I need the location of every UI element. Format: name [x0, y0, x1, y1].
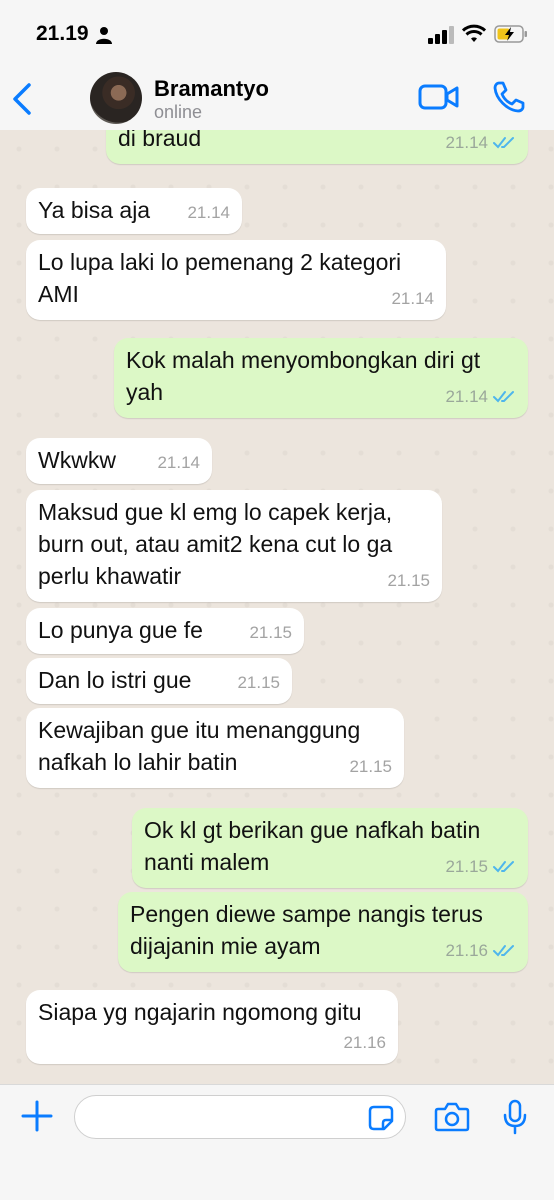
message-time: 21.15: [237, 673, 280, 692]
message-bubble[interactable]: Kewajiban gue itu menanggung nafkah lo l…: [26, 708, 404, 788]
double-check-icon: [493, 391, 514, 403]
person-icon: [96, 27, 112, 44]
message-time: 21.14: [391, 289, 434, 308]
message-time: 21.15: [249, 623, 292, 642]
message-bubble[interactable]: Pengen diewe sampe nangis terus dijajani…: [118, 892, 528, 972]
phone-call-icon[interactable]: [492, 80, 526, 114]
sticker-icon[interactable]: [368, 1105, 394, 1131]
message-time: 21.14: [187, 203, 230, 222]
microphone-icon[interactable]: [502, 1099, 528, 1135]
chat-header: Bramantyo online: [0, 68, 554, 131]
double-check-icon: [493, 137, 514, 149]
message-time: 21.15: [445, 857, 488, 876]
message-time: 21.16: [445, 941, 488, 960]
battery-charging-icon: [494, 25, 527, 43]
contact-presence: online: [154, 102, 203, 122]
message-bubble[interactable]: Ok kl gt berikan gue nafkah batin nanti …: [132, 808, 528, 888]
video-call-icon[interactable]: [418, 82, 460, 112]
message-bubble[interactable]: Lo punya gue fe 21.15: [26, 608, 304, 654]
plus-icon[interactable]: [20, 1099, 54, 1133]
message-input[interactable]: [74, 1095, 406, 1139]
message-time: 21.15: [349, 757, 392, 776]
message-text: Maksud gue kl emg lo capek kerja, burn o…: [38, 499, 393, 589]
message-bubble[interactable]: Siapa yg ngajarin ngomong gitu 21.16: [26, 990, 398, 1064]
message-text: Kewajiban gue itu menanggung nafkah lo l…: [38, 717, 361, 775]
double-check-icon: [493, 945, 514, 957]
message-bubble[interactable]: Ya bisa aja 21.14: [26, 188, 242, 234]
chat-area[interactable]: di braud 21.14 Ya bisa aja 21.14 Lo lupa…: [0, 130, 554, 1084]
message-time: 21.15: [387, 571, 430, 590]
message-time: 21.14: [445, 387, 488, 406]
message-bubble[interactable]: Kok malah menyombongkan diri gt yah 21.1…: [114, 338, 528, 418]
message-text: Siapa yg ngajarin ngomong gitu: [38, 999, 362, 1025]
status-bar: 21.19: [0, 0, 554, 68]
message-text: Lo lupa laki lo pemenang 2 kategori AMI: [38, 249, 402, 307]
message-time: 21.14: [445, 133, 488, 152]
message-bubble[interactable]: Lo lupa laki lo pemenang 2 kategori AMI …: [26, 240, 446, 320]
message-time: 21.14: [157, 453, 200, 472]
message-bubble[interactable]: Maksud gue kl emg lo capek kerja, burn o…: [26, 490, 442, 602]
double-check-icon: [493, 861, 514, 873]
wifi-icon: [462, 24, 486, 42]
contact-name[interactable]: Bramantyo: [154, 76, 269, 102]
message-bubble[interactable]: di braud 21.14: [106, 130, 528, 164]
back-chevron-icon[interactable]: [10, 82, 34, 116]
message-composer: [0, 1084, 554, 1200]
signal-icon: [428, 26, 454, 44]
message-bubble[interactable]: Dan lo istri gue 21.15: [26, 658, 292, 704]
status-time: 21.19: [36, 22, 89, 45]
camera-icon[interactable]: [434, 1101, 470, 1133]
contact-avatar[interactable]: [90, 72, 142, 124]
message-time: 21.16: [343, 1033, 386, 1052]
message-bubble[interactable]: Wkwkw 21.14: [26, 438, 212, 484]
